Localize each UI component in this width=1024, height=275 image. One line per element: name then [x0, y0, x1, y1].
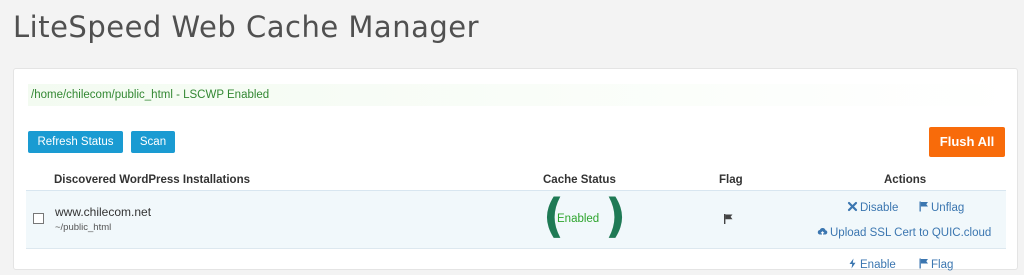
- flag-outline-icon: [919, 201, 928, 212]
- flag-label: Flag: [931, 259, 954, 271]
- flag-icon: [724, 214, 733, 224]
- page-title: LiteSpeed Web Cache Manager: [13, 10, 480, 44]
- flush-all-button[interactable]: Flush All: [929, 127, 1005, 157]
- unflag-label: Unflag: [931, 202, 965, 214]
- flag-outline-icon: [919, 258, 928, 269]
- cache-manager-panel: /home/chilecom/public_html - LSCWP Enabl…: [13, 68, 1018, 271]
- header-flag: Flag: [719, 174, 743, 186]
- disable-label: Disable: [860, 202, 899, 214]
- cache-status-cell: ( Enabled ): [543, 190, 626, 242]
- unflag-link[interactable]: Unflag: [918, 201, 964, 214]
- scan-button[interactable]: Scan: [131, 131, 175, 153]
- upload-ssl-label: Upload SSL Cert to QUIC.cloud: [830, 227, 992, 239]
- close-icon: [847, 201, 858, 212]
- header-cache-status: Cache Status: [543, 174, 616, 186]
- disable-link[interactable]: Disable: [847, 201, 898, 214]
- enable-label: Enable: [860, 259, 896, 271]
- path-status-bar: /home/chilecom/public_html - LSCWP Enabl…: [28, 84, 1017, 106]
- header-actions: Actions: [884, 174, 927, 186]
- bolt-icon: [849, 258, 856, 269]
- row-checkbox[interactable]: [33, 213, 44, 224]
- table-row: www.chilecom.net ~/public_html ( Enabled…: [26, 190, 1006, 249]
- table-row: Enable Flag: [26, 255, 1006, 275]
- site-path: ~/public_html: [55, 222, 112, 233]
- cache-status-text: Enabled: [557, 213, 600, 225]
- table-header: Discovered WordPress Installations Cache…: [26, 170, 1006, 191]
- cloud-upload-icon: [817, 228, 828, 236]
- header-installations: Discovered WordPress Installations: [54, 174, 250, 186]
- refresh-status-button[interactable]: Refresh Status: [28, 131, 123, 153]
- upload-ssl-link[interactable]: Upload SSL Cert to QUIC.cloud: [817, 226, 991, 239]
- status-bracket-right: ): [605, 189, 627, 243]
- site-name: www.chilecom.net: [55, 205, 152, 219]
